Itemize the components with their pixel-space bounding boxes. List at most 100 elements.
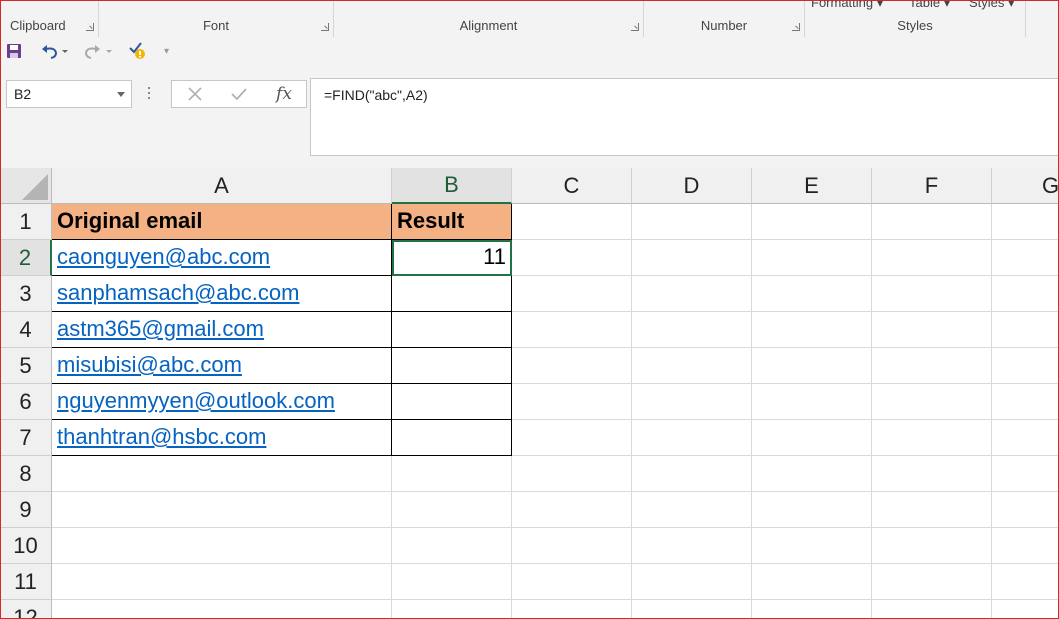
- cell-b11[interactable]: [392, 564, 512, 600]
- cell-c2[interactable]: [512, 240, 632, 276]
- cell-d1[interactable]: [632, 204, 752, 240]
- cell-c5[interactable]: [512, 348, 632, 384]
- cell-b12[interactable]: [392, 600, 512, 619]
- cell-g3[interactable]: [992, 276, 1059, 312]
- insert-function-icon[interactable]: fx: [272, 81, 296, 107]
- cell-c10[interactable]: [512, 528, 632, 564]
- cell-a10[interactable]: [52, 528, 392, 564]
- format-as-table-button[interactable]: Table ▾: [909, 0, 950, 11]
- cell-b1[interactable]: Result: [392, 204, 512, 240]
- cell-e4[interactable]: [752, 312, 872, 348]
- cell-e3[interactable]: [752, 276, 872, 312]
- row-header-6[interactable]: 6: [0, 384, 52, 420]
- cell-d11[interactable]: [632, 564, 752, 600]
- cell-a7[interactable]: thanhtran@hsbc.com: [52, 420, 392, 456]
- cancel-icon[interactable]: [184, 81, 206, 107]
- row-header-4[interactable]: 4: [0, 312, 52, 348]
- row-header-9[interactable]: 9: [0, 492, 52, 528]
- cell-c4[interactable]: [512, 312, 632, 348]
- cell-a3[interactable]: sanphamsach@abc.com: [52, 276, 392, 312]
- column-header-f[interactable]: F: [872, 168, 992, 204]
- cell-e7[interactable]: [752, 420, 872, 456]
- cell-g12[interactable]: [992, 600, 1059, 619]
- row-header-2[interactable]: 2: [0, 240, 52, 276]
- cell-a8[interactable]: [52, 456, 392, 492]
- cell-d12[interactable]: [632, 600, 752, 619]
- cell-b7[interactable]: [392, 420, 512, 456]
- cell-a2[interactable]: caonguyen@abc.com: [52, 240, 392, 276]
- cell-a9[interactable]: [52, 492, 392, 528]
- cell-g4[interactable]: [992, 312, 1059, 348]
- cell-e10[interactable]: [752, 528, 872, 564]
- cell-d6[interactable]: [632, 384, 752, 420]
- cell-f12[interactable]: [872, 600, 992, 619]
- cell-g10[interactable]: [992, 528, 1059, 564]
- cell-c7[interactable]: [512, 420, 632, 456]
- save-icon[interactable]: [6, 41, 22, 61]
- cell-g2[interactable]: [992, 240, 1059, 276]
- cell-c9[interactable]: [512, 492, 632, 528]
- cell-e2[interactable]: [752, 240, 872, 276]
- cell-b3[interactable]: [392, 276, 512, 312]
- cell-g6[interactable]: [992, 384, 1059, 420]
- cell-b2[interactable]: 11: [392, 240, 512, 276]
- cell-f3[interactable]: [872, 276, 992, 312]
- cell-e9[interactable]: [752, 492, 872, 528]
- cell-b8[interactable]: [392, 456, 512, 492]
- cell-b4[interactable]: [392, 312, 512, 348]
- column-header-b[interactable]: B: [392, 168, 512, 204]
- row-header-7[interactable]: 7: [0, 420, 52, 456]
- cell-c3[interactable]: [512, 276, 632, 312]
- cell-e12[interactable]: [752, 600, 872, 619]
- cell-e11[interactable]: [752, 564, 872, 600]
- cell-f10[interactable]: [872, 528, 992, 564]
- formula-input[interactable]: =FIND("abc",A2): [310, 78, 1059, 156]
- redo-icon[interactable]: [82, 41, 116, 61]
- cell-g1[interactable]: [992, 204, 1059, 240]
- cell-e6[interactable]: [752, 384, 872, 420]
- cell-b9[interactable]: [392, 492, 512, 528]
- cell-a11[interactable]: [52, 564, 392, 600]
- cell-d9[interactable]: [632, 492, 752, 528]
- row-header-8[interactable]: 8: [0, 456, 52, 492]
- dialog-launcher-icon[interactable]: [792, 23, 800, 31]
- chevron-down-icon[interactable]: [117, 92, 125, 97]
- row-header-11[interactable]: 11: [0, 564, 52, 600]
- dialog-launcher-icon[interactable]: [86, 23, 94, 31]
- cell-a4[interactable]: astm365@gmail.com: [52, 312, 392, 348]
- cell-d5[interactable]: [632, 348, 752, 384]
- cell-f4[interactable]: [872, 312, 992, 348]
- cell-f11[interactable]: [872, 564, 992, 600]
- row-header-3[interactable]: 3: [0, 276, 52, 312]
- cell-c6[interactable]: [512, 384, 632, 420]
- cell-e1[interactable]: [752, 204, 872, 240]
- undo-icon[interactable]: [38, 41, 68, 61]
- column-header-d[interactable]: D: [632, 168, 752, 204]
- cell-a5[interactable]: misubisi@abc.com: [52, 348, 392, 384]
- conditional-formatting-button[interactable]: Formatting ▾: [811, 0, 883, 11]
- cell-e8[interactable]: [752, 456, 872, 492]
- cell-c8[interactable]: [512, 456, 632, 492]
- dialog-launcher-icon[interactable]: [631, 23, 639, 31]
- cell-f5[interactable]: [872, 348, 992, 384]
- drag-handle-icon[interactable]: [148, 85, 152, 101]
- cell-f7[interactable]: [872, 420, 992, 456]
- cell-d10[interactable]: [632, 528, 752, 564]
- cell-c12[interactable]: [512, 600, 632, 619]
- cell-a6[interactable]: nguyenmyyen@outlook.com: [52, 384, 392, 420]
- name-box[interactable]: B2: [6, 80, 132, 108]
- cell-b10[interactable]: [392, 528, 512, 564]
- cell-a1[interactable]: Original email: [52, 204, 392, 240]
- cell-c11[interactable]: [512, 564, 632, 600]
- cell-e5[interactable]: [752, 348, 872, 384]
- column-header-c[interactable]: C: [512, 168, 632, 204]
- cell-f6[interactable]: [872, 384, 992, 420]
- cell-styles-button[interactable]: Styles ▾: [969, 0, 1015, 11]
- row-header-1[interactable]: 1: [0, 204, 52, 240]
- cell-d4[interactable]: [632, 312, 752, 348]
- row-header-5[interactable]: 5: [0, 348, 52, 384]
- cell-g11[interactable]: [992, 564, 1059, 600]
- cell-d2[interactable]: [632, 240, 752, 276]
- cell-f8[interactable]: [872, 456, 992, 492]
- row-header-10[interactable]: 10: [0, 528, 52, 564]
